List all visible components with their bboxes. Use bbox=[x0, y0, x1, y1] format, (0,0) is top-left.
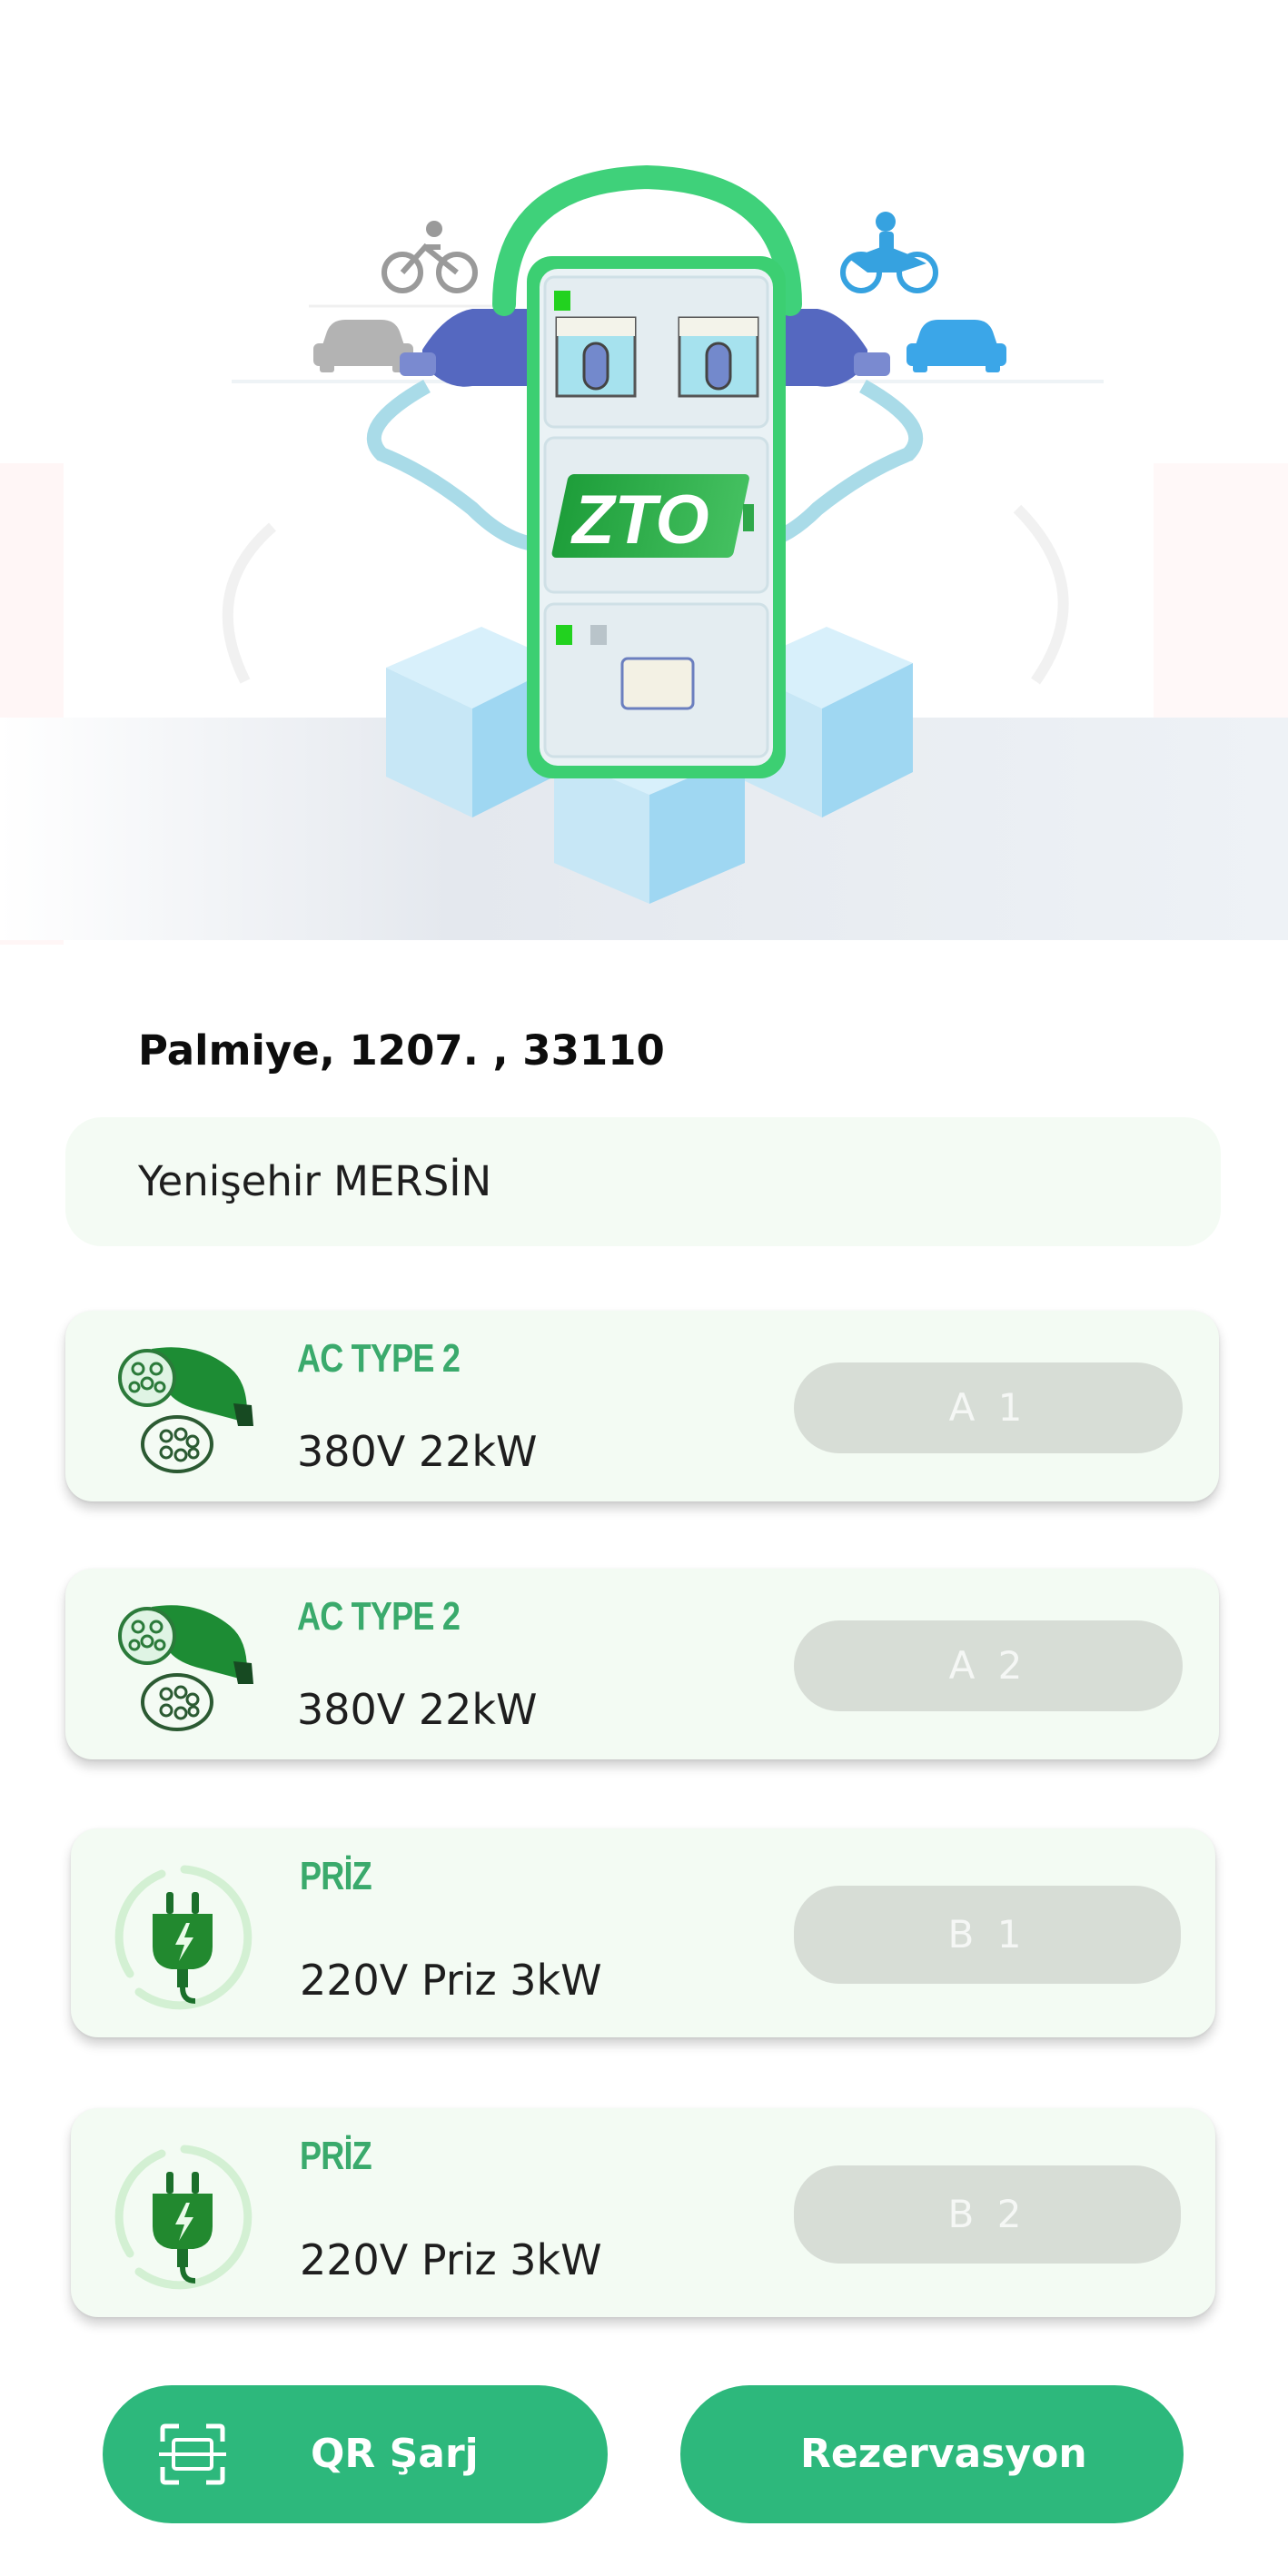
station-district: Yenişehir MERSİN bbox=[138, 1157, 492, 1205]
connector-spec: 220V Priz 3kW bbox=[300, 2235, 602, 2284]
car-icon-right bbox=[907, 320, 1006, 372]
connector-type: AC TYPE 2 bbox=[297, 1336, 461, 1381]
connector-type: PRİZ bbox=[300, 2134, 372, 2178]
bicycle-icon bbox=[381, 221, 478, 293]
socket-b2-button[interactable]: B 2 bbox=[794, 2165, 1181, 2264]
power-plug-icon bbox=[112, 1865, 257, 2015]
reservation-button[interactable]: Rezervasyon bbox=[680, 2385, 1184, 2523]
charging-station-illustration: ZTO bbox=[0, 0, 1288, 945]
connector-card-a1[interactable]: AC TYPE 2 380V 22kW A 1 bbox=[65, 1311, 1219, 1501]
connector-spec: 380V 22kW bbox=[297, 1427, 538, 1476]
power-plug-icon bbox=[112, 2145, 257, 2294]
connector-card-b1[interactable]: PRİZ 220V Priz 3kW B 1 bbox=[71, 1828, 1215, 2037]
type2-plug-icon bbox=[115, 1598, 261, 1739]
connector-card-a2[interactable]: AC TYPE 2 380V 22kW A 2 bbox=[65, 1569, 1219, 1759]
qr-scan-icon bbox=[159, 2423, 226, 2485]
zto-logo: ZTO bbox=[551, 474, 754, 559]
station-address: Palmiye, 1207. , 33110 bbox=[138, 1026, 665, 1075]
car-icon-left bbox=[313, 320, 413, 372]
reservation-label: Rezervasyon bbox=[800, 2431, 1087, 2477]
socket-b1-button[interactable]: B 1 bbox=[794, 1886, 1181, 1984]
qr-charge-button[interactable]: QR Şarj bbox=[103, 2385, 608, 2523]
socket-a1-button[interactable]: A 1 bbox=[794, 1362, 1183, 1453]
connector-spec: 380V 22kW bbox=[297, 1685, 538, 1734]
connector-spec: 220V Priz 3kW bbox=[300, 1956, 602, 2005]
station-district-box: Yenişehir MERSİN bbox=[65, 1117, 1221, 1246]
connector-type: AC TYPE 2 bbox=[297, 1594, 461, 1639]
connector-type: PRİZ bbox=[300, 1854, 372, 1898]
motorcycle-icon bbox=[840, 212, 938, 293]
plug-handle-left bbox=[400, 309, 531, 387]
connector-card-b2[interactable]: PRİZ 220V Priz 3kW B 2 bbox=[71, 2108, 1215, 2317]
qr-charge-label: QR Şarj bbox=[311, 2431, 479, 2477]
logo-text: ZTO bbox=[570, 481, 709, 559]
socket-a2-button[interactable]: A 2 bbox=[794, 1620, 1183, 1711]
type2-plug-icon bbox=[115, 1340, 261, 1481]
